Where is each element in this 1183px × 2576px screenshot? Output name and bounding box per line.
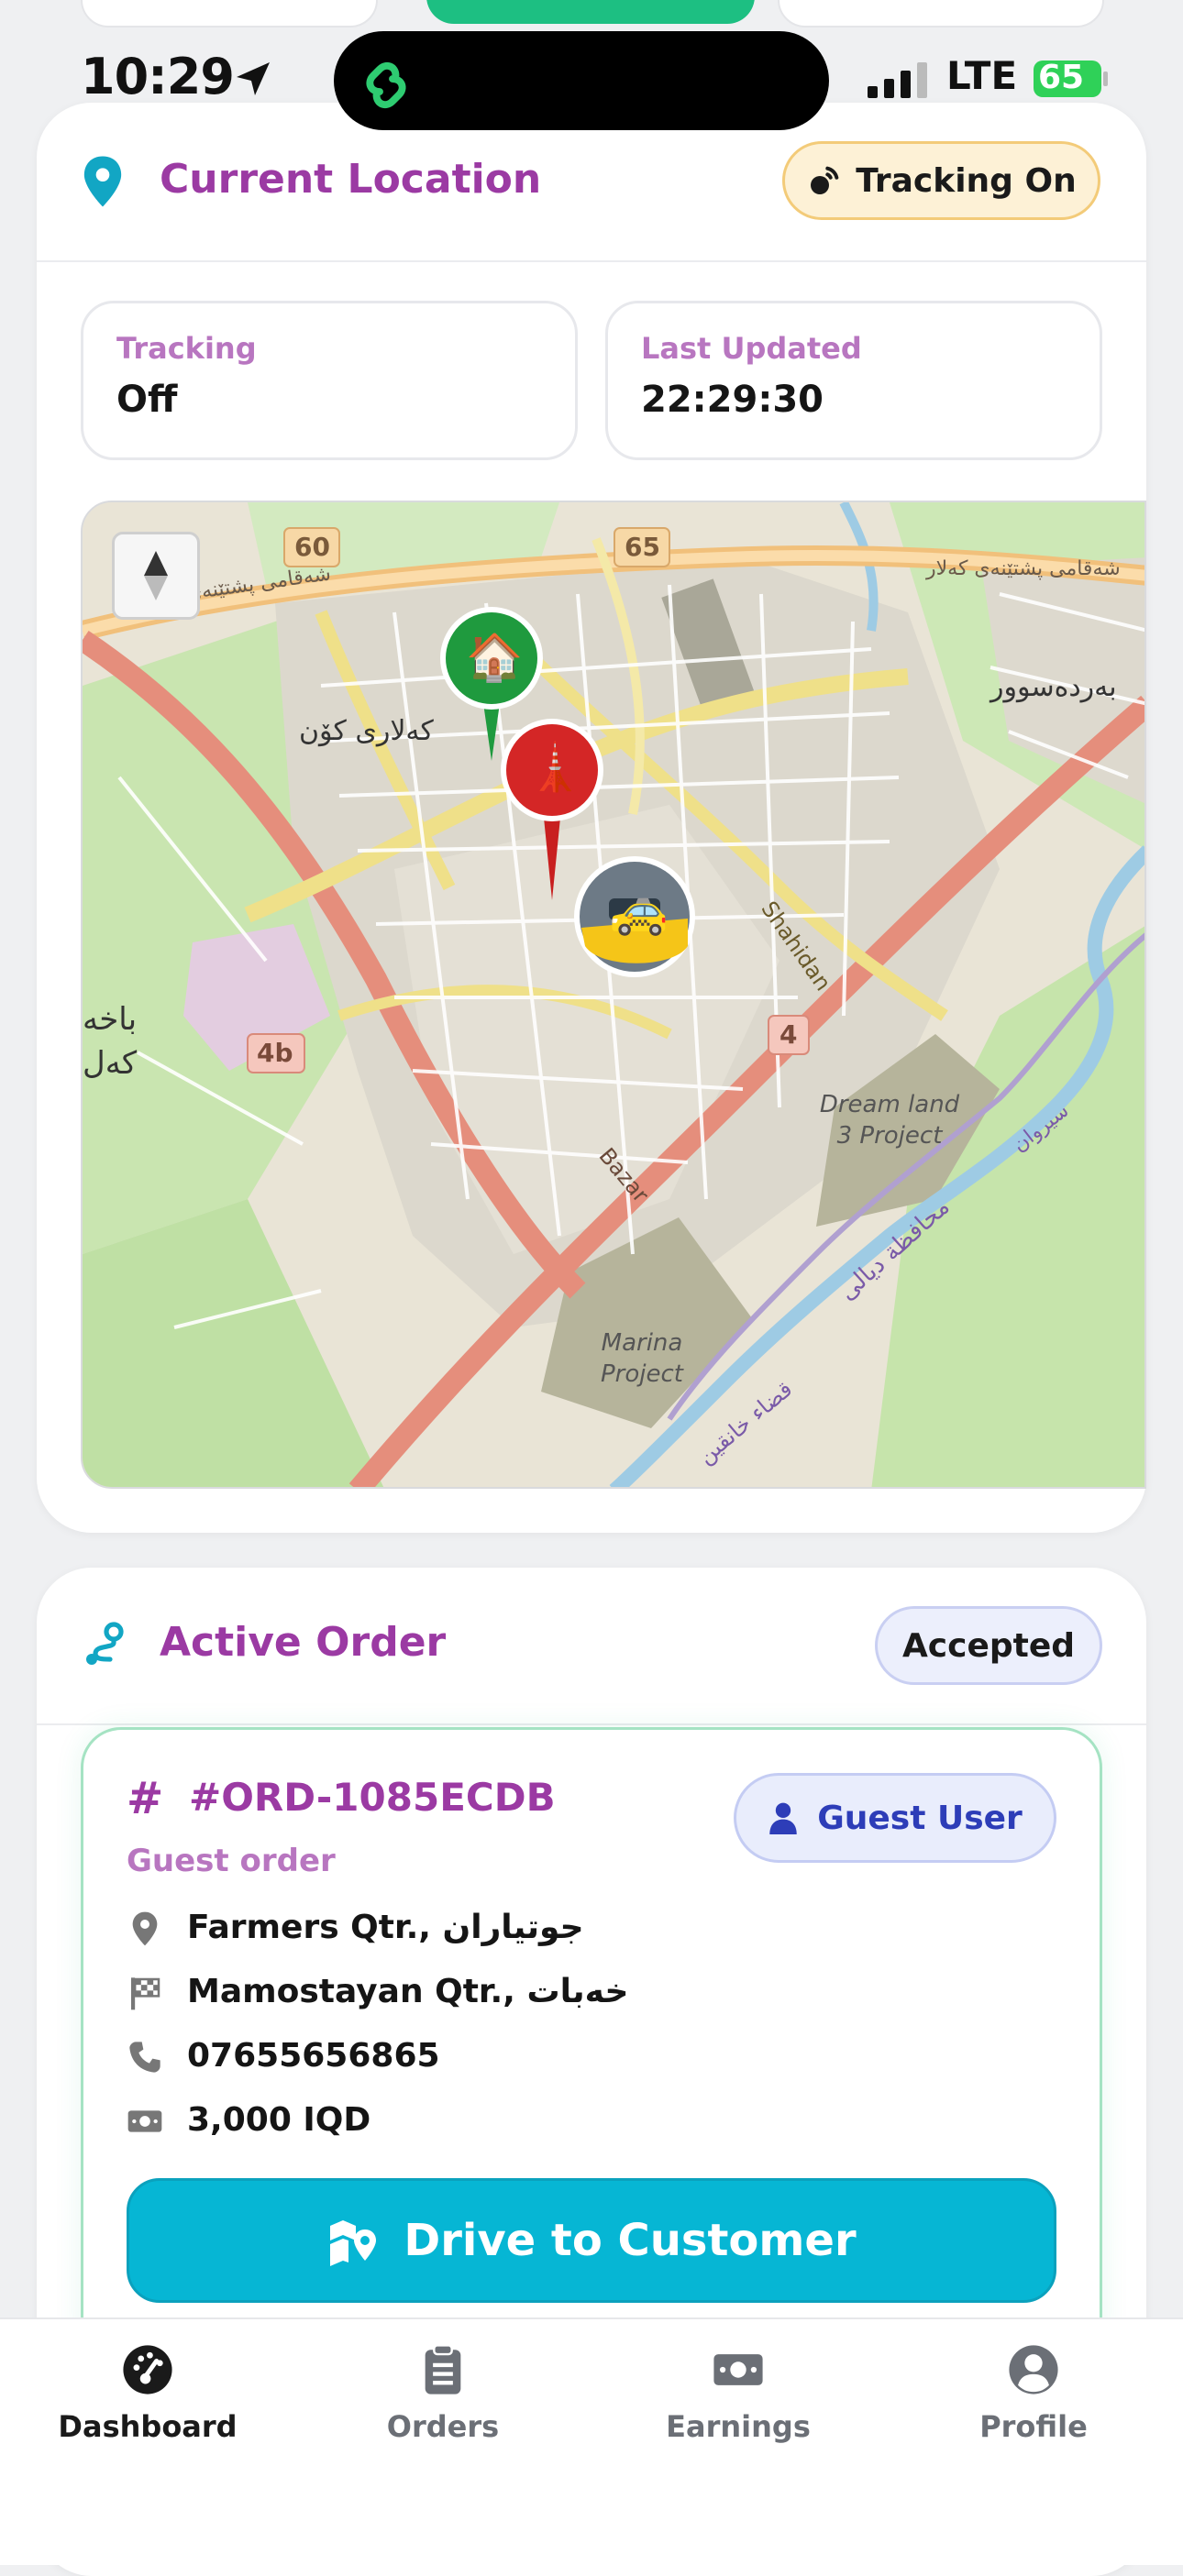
tracking-value: Off bbox=[116, 379, 178, 421]
drive-button-label: Drive to Customer bbox=[404, 2215, 857, 2266]
tracking-label: Tracking bbox=[116, 331, 257, 366]
location-card-title: Current Location bbox=[160, 156, 542, 203]
tracking-status-badge[interactable]: Tracking On bbox=[782, 141, 1100, 220]
nav-profile-label: Profile bbox=[979, 2409, 1088, 2444]
order-type: Guest order bbox=[127, 1843, 336, 1879]
taxi-icon: 🚕 bbox=[609, 883, 669, 938]
nav-orders-label: Orders bbox=[386, 2409, 500, 2444]
pickup-address: Farmers Qtr., جوتیاران bbox=[187, 1909, 584, 1946]
compass-icon bbox=[144, 551, 168, 600]
last-updated-box: Last Updated 22:29:30 bbox=[605, 301, 1102, 460]
money-icon bbox=[713, 2354, 763, 2385]
top-street-right-label: شەقامی پشتێنەی کەلار bbox=[926, 557, 1121, 580]
network-type: LTE bbox=[946, 53, 1018, 98]
road-4b-label: 4b bbox=[257, 1038, 293, 1068]
top-card-remnant-right bbox=[778, 0, 1104, 28]
tracking-badge-label: Tracking On bbox=[856, 161, 1077, 200]
dashboard-icon bbox=[123, 2345, 172, 2394]
order-price: 3,000 IQD bbox=[187, 2101, 371, 2139]
nav-orders[interactable]: Orders bbox=[328, 2343, 558, 2444]
user-icon bbox=[769, 1802, 797, 1834]
road-4-label: 4 bbox=[779, 1019, 798, 1050]
pickup-pin-icon bbox=[132, 1911, 158, 1946]
nav-dashboard[interactable]: Dashboard bbox=[33, 2343, 262, 2444]
top-card-remnant-green bbox=[426, 0, 755, 24]
card-divider bbox=[37, 260, 1146, 262]
money-bill-icon bbox=[127, 2110, 162, 2132]
location-pin-icon bbox=[83, 156, 122, 207]
guest-user-badge[interactable]: Guest User bbox=[734, 1773, 1056, 1863]
road-60-label: 60 bbox=[294, 532, 330, 562]
phone-icon bbox=[129, 2042, 160, 2073]
home-icon: 🏠 bbox=[466, 631, 524, 684]
satellite-icon bbox=[811, 166, 839, 194]
nav-earnings-label: Earnings bbox=[666, 2409, 811, 2444]
drive-to-customer-button[interactable]: Drive to Customer bbox=[127, 2178, 1056, 2303]
destination-address: Mamostayan Qtr., خەبات bbox=[187, 1973, 629, 2010]
tracking-info-box: Tracking Off bbox=[81, 301, 578, 460]
status-time: 10:29 bbox=[81, 48, 235, 105]
clipboard-icon bbox=[425, 2344, 461, 2394]
taxi-marker[interactable]: 🚕 bbox=[572, 854, 697, 979]
map-view[interactable]: 60 65 4b 4 شەقامی پشتێنەی کەلار شەقامی پ… bbox=[81, 501, 1146, 1489]
nav-profile[interactable]: Profile bbox=[919, 2343, 1148, 2444]
top-card-remnant-left bbox=[81, 0, 378, 28]
location-arrow-icon bbox=[237, 62, 270, 95]
tower-icon: 🗼 bbox=[526, 741, 584, 794]
order-status-badge: Accepted bbox=[875, 1606, 1102, 1685]
guest-badge-label: Guest User bbox=[817, 1799, 1023, 1837]
bardasur-label: بەردەسوور bbox=[990, 671, 1117, 703]
kalari-kon-label: کەلاری کۆن bbox=[299, 715, 434, 747]
link-app-icon bbox=[366, 61, 406, 109]
card-divider bbox=[37, 1723, 1146, 1725]
dream-land-label: Dream land 3 Project bbox=[819, 1091, 960, 1150]
battery-indicator: 65 bbox=[1033, 57, 1110, 101]
customer-phone[interactable]: 07655656865 bbox=[187, 2037, 440, 2075]
bakhakal-label: باخەکەل bbox=[83, 1001, 138, 1082]
map-location-icon bbox=[330, 2220, 377, 2266]
route-icon bbox=[86, 1622, 124, 1665]
marina-label: Marina Project bbox=[601, 1329, 683, 1388]
signal-icon bbox=[868, 62, 927, 98]
battery-level: 65 bbox=[1038, 59, 1085, 96]
last-updated-value: 22:29:30 bbox=[641, 379, 824, 421]
compass-button[interactable] bbox=[112, 532, 200, 620]
destination-flag-icon bbox=[131, 1977, 160, 2010]
active-order-title: Active Order bbox=[160, 1619, 447, 1666]
profile-icon bbox=[1009, 2345, 1058, 2394]
nav-dashboard-label: Dashboard bbox=[58, 2409, 238, 2444]
road-65-label: 65 bbox=[625, 532, 660, 562]
nav-earnings[interactable]: Earnings bbox=[624, 2343, 853, 2444]
order-id: #ORD-1085ECDB bbox=[189, 1775, 556, 1820]
hash-icon: # bbox=[127, 1773, 164, 1824]
last-updated-label: Last Updated bbox=[641, 331, 862, 366]
